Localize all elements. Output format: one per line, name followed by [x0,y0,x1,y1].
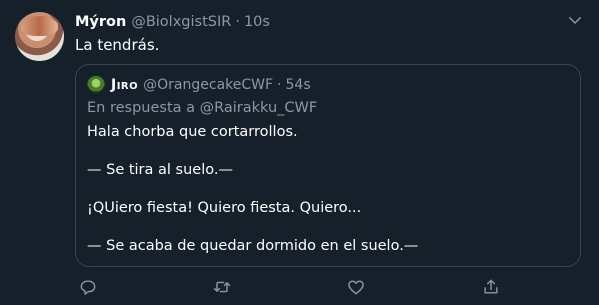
reply-mention[interactable]: @Rairakku_CWF [200,100,318,116]
quoted-tweet[interactable]: Jiro @OrangecakeCWF · 54s En respuesta a… [75,64,581,267]
quoted-text-line: ¡QUiero fiesta! Quiero fiesta. Quiero... [87,200,362,216]
quoted-text-line: Hala chorba que cortarrollos. [87,124,298,140]
quoted-author-name: Jiro [111,77,139,93]
share-icon[interactable] [481,277,501,297]
author-name[interactable]: Mýron [75,14,126,30]
quoted-author-avatar [87,76,105,94]
action-bar [0,277,599,299]
reply-context: En respuesta a @Rairakku_CWF [87,100,317,116]
separator-dot: · [235,14,240,30]
tweet[interactable]: Mýron @BiolxgistSIR · 10s La tendrás. Ji… [0,0,599,305]
quoted-text-line: — Se acaba de quedar dormido en el suelo… [87,238,419,254]
author-avatar[interactable] [15,12,64,61]
chevron-down-icon[interactable] [566,11,584,29]
quoted-author-handle: @OrangecakeCWF [143,77,274,93]
tweet-timestamp[interactable]: 10s [244,14,270,30]
comment-icon[interactable] [78,277,98,297]
reply-prefix: En respuesta a [87,100,196,116]
quoted-text-line: — Se tira al suelo.— [87,162,233,178]
author-handle[interactable]: @BiolxgistSIR [131,14,231,30]
quoted-timestamp: 54s [285,77,311,93]
quoted-tweet-header: Jiro @OrangecakeCWF · 54s [111,75,311,95]
heart-icon[interactable] [346,277,366,297]
retweet-icon[interactable] [212,277,232,297]
tweet-text: La tendrás. [75,36,160,54]
separator-dot: · [277,77,282,93]
tweet-header: Mýron @BiolxgistSIR · 10s [75,12,270,32]
